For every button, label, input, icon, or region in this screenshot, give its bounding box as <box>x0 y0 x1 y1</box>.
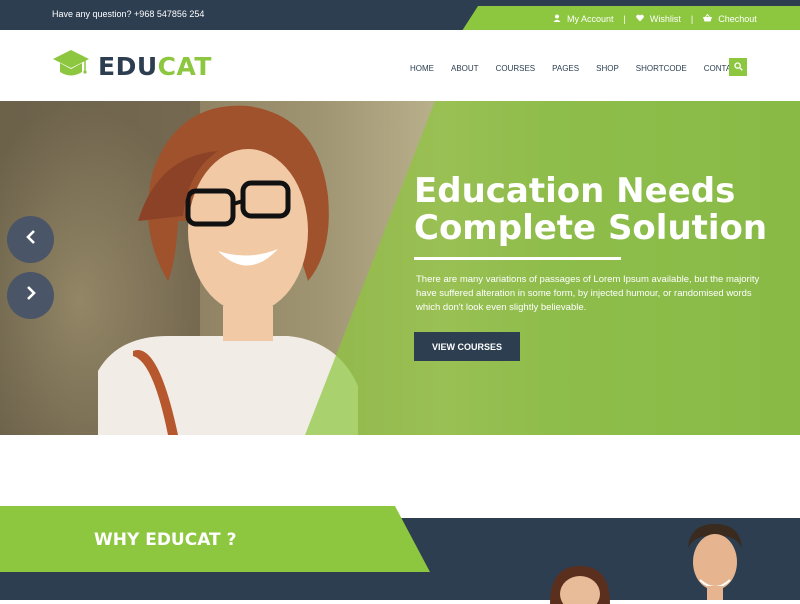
user-icon <box>553 14 561 22</box>
hero-description: There are many variations of passages of… <box>416 274 760 313</box>
chevron-right-icon <box>25 286 37 305</box>
student-photo-female <box>550 566 610 604</box>
header: EDUCAT HOME ABOUT COURSES PAGES SHOP SHO… <box>0 30 800 101</box>
hero-divider <box>414 257 621 260</box>
nav-about[interactable]: ABOUT <box>451 64 479 73</box>
checkout-link[interactable]: Chechout <box>703 14 757 24</box>
hero-student-image <box>98 105 358 435</box>
separator: | <box>690 14 694 24</box>
nav-pages[interactable]: PAGES <box>552 64 579 73</box>
view-courses-button[interactable]: VIEW COURSES <box>414 332 520 361</box>
hero-green-overlay <box>305 101 800 435</box>
hero-title: Education Needs Complete Solution <box>414 171 768 248</box>
graduation-cap-icon <box>52 48 90 85</box>
why-title: WHY EDUCAT ? <box>94 530 237 550</box>
nav-shortcode[interactable]: SHORTCODE <box>636 64 687 73</box>
nav-courses[interactable]: COURSES <box>496 64 536 73</box>
slider-next-button[interactable] <box>7 272 54 319</box>
nav-shop[interactable]: SHOP <box>596 64 619 73</box>
nav-home[interactable]: HOME <box>410 64 434 73</box>
separator: | <box>623 14 626 24</box>
why-section: WHY EDUCAT ? <box>0 506 800 604</box>
my-account-link[interactable]: My Account <box>553 14 614 24</box>
heart-icon <box>636 14 644 22</box>
search-button[interactable] <box>729 58 747 76</box>
search-icon <box>733 58 743 76</box>
main-nav: HOME ABOUT COURSES PAGES SHOP SHORTCODE … <box>410 64 759 73</box>
contact-question: Have any question? +968 547856 254 <box>52 9 205 19</box>
hero-slider: Education Needs Complete Solution There a… <box>0 101 800 435</box>
top-bar: Have any question? +968 547856 254 My Ac… <box>0 0 800 34</box>
logo-text: EDUCAT <box>98 52 212 81</box>
chevron-left-icon <box>25 230 37 249</box>
basket-icon <box>703 14 713 22</box>
student-photo-male <box>688 524 742 600</box>
top-links: My Account | Wishlist | Chechout <box>553 14 757 24</box>
logo[interactable]: EDUCAT <box>52 48 212 85</box>
slider-prev-button[interactable] <box>7 216 54 263</box>
wishlist-link[interactable]: Wishlist <box>636 14 681 24</box>
